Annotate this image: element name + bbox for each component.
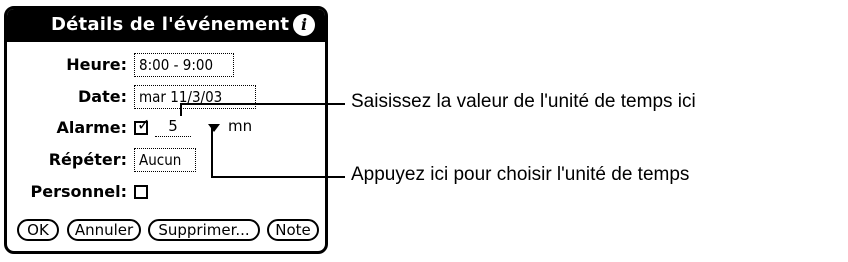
ok-button[interactable]: OK — [17, 219, 59, 241]
info-icon[interactable]: i — [293, 14, 315, 36]
date-field[interactable]: mar 11/3/03 — [134, 85, 256, 109]
alarm-checkbox[interactable]: ✓ — [134, 117, 150, 135]
time-field[interactable]: 8:00 - 9:00 — [134, 53, 234, 77]
note-button[interactable]: Note — [267, 219, 319, 241]
check-mark-icon: ✓ — [137, 115, 151, 134]
alarm-value-field[interactable]: 5 — [155, 116, 191, 137]
repeat-field[interactable]: Aucun — [134, 148, 196, 172]
private-label: Personnel: — [30, 182, 128, 201]
event-details-dialog: Détails de l'événement i Heure: 8:00 - 9… — [4, 6, 328, 254]
alarm-unit-arrow-icon[interactable] — [208, 124, 220, 132]
callout-line-unit-horizontal — [211, 176, 345, 178]
cancel-button[interactable]: Annuler — [67, 219, 141, 241]
delete-button[interactable]: Supprimer... — [148, 219, 260, 241]
time-label: Heure: — [66, 55, 127, 74]
dialog-title: Détails de l'événement — [51, 14, 290, 35]
alarm-unit[interactable]: mn — [228, 117, 252, 135]
dialog-titlebar: Détails de l'événement i — [7, 9, 325, 42]
callout-value-hint: Saisissez la valeur de l'unité de temps … — [351, 91, 696, 112]
callout-line-value-horizontal — [180, 103, 345, 105]
alarm-label: Alarme: — [56, 118, 127, 137]
callout-line-unit-vertical — [211, 128, 213, 177]
date-label: Date: — [78, 87, 127, 106]
callout-unit-hint: Appuyez ici pour choisir l'unité de temp… — [351, 164, 690, 185]
repeat-label: Répéter: — [48, 150, 127, 169]
private-checkbox[interactable] — [134, 185, 148, 199]
